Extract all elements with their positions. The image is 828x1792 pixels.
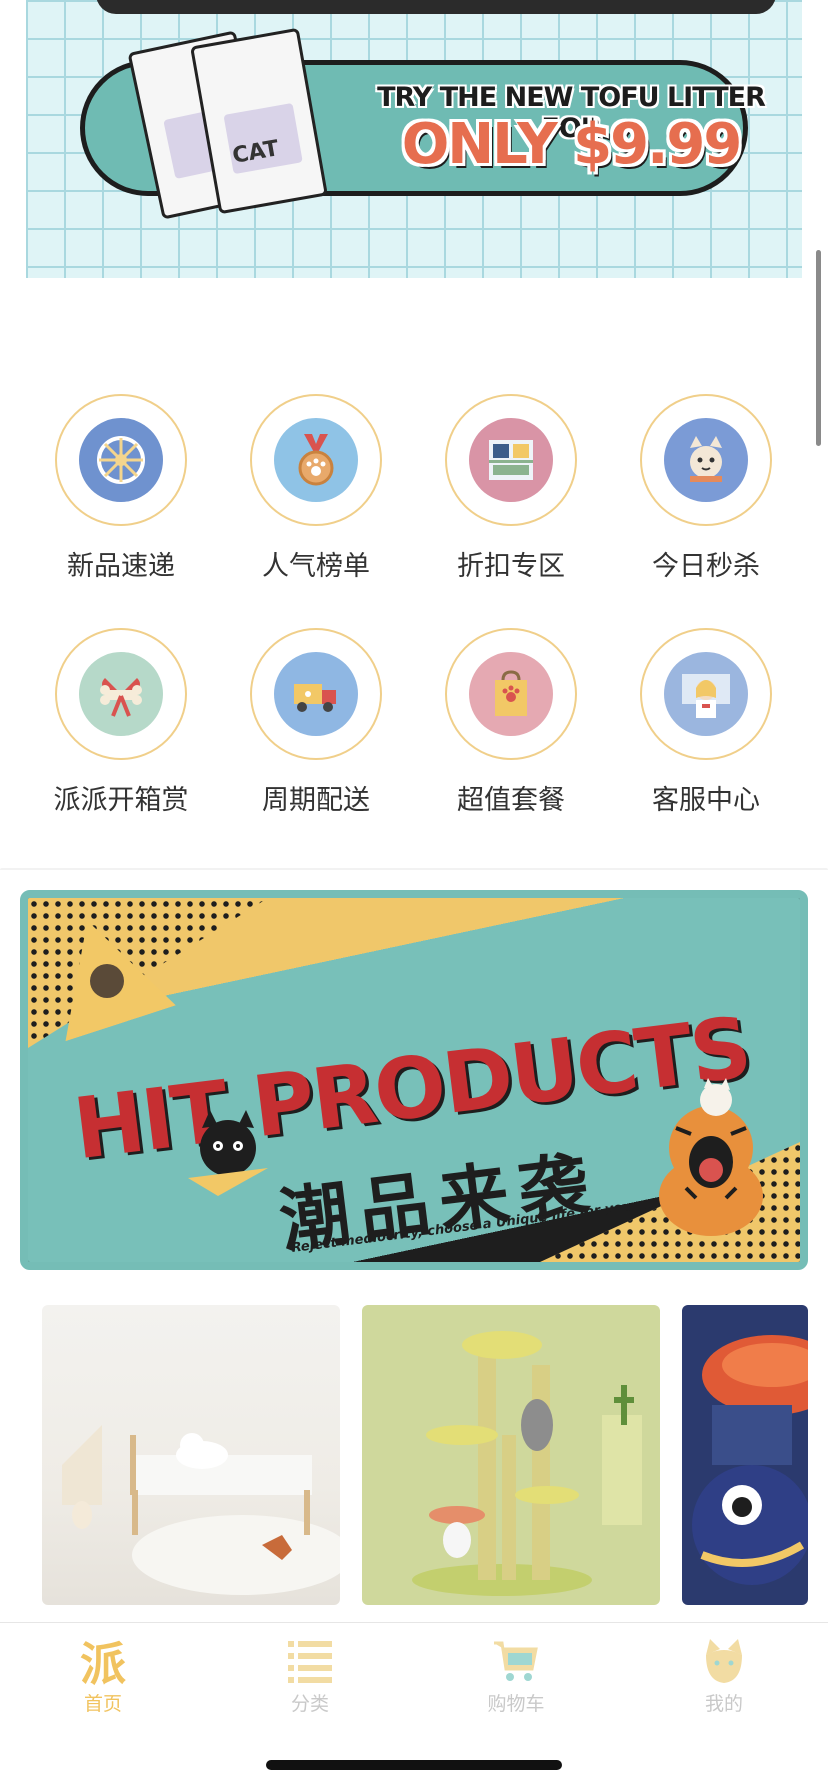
shopping-bag-icon [469, 652, 553, 736]
black-cat-illustration [188, 1110, 268, 1196]
tab-label: 我的 [704, 1693, 743, 1715]
category-new-arrivals[interactable]: 新品速递 [23, 394, 219, 583]
category-label: 周期配送 [262, 785, 370, 816]
cat-head-icon [654, 1635, 794, 1687]
category-label: 超值套餐 [457, 785, 565, 816]
hit-products-banner[interactable]: HIT PRODUCTS 潮品来袭 Reject mediocrity, cho… [20, 890, 808, 1270]
category-value-bundle[interactable]: 超值套餐 [413, 628, 609, 817]
category-ring [250, 628, 382, 760]
tab-category[interactable]: 分类 [240, 1635, 380, 1716]
ferris-wheel-icon [79, 418, 163, 502]
category-ring [55, 394, 187, 526]
category-ring [640, 628, 772, 760]
product-card-plush-toy[interactable] [682, 1305, 808, 1605]
tab-label: 首页 [83, 1693, 122, 1715]
category-ring [640, 394, 772, 526]
category-ring [250, 394, 382, 526]
home-indicator [266, 1760, 562, 1770]
tab-home[interactable]: 派 首页 [33, 1635, 173, 1716]
promo-price: ONLY $9.99 [401, 112, 743, 177]
cart-icon [446, 1635, 586, 1687]
category-discount-zone[interactable]: 折扣专区 [413, 394, 609, 583]
tab-mine[interactable]: 我的 [654, 1635, 794, 1716]
product-card-cat-bed[interactable] [42, 1305, 340, 1605]
plush-toy-image [692, 1335, 808, 1585]
list-icon [240, 1635, 380, 1687]
previous-promo-strip [96, 0, 776, 14]
service-girl-icon [664, 652, 748, 736]
category-popular-ranking[interactable]: 人气榜单 [218, 394, 414, 583]
category-label: 客服中心 [652, 785, 760, 816]
category-unboxing-reward[interactable]: 派派开箱赏 [23, 628, 219, 817]
category-ring [445, 628, 577, 760]
category-label: 派派开箱赏 [53, 785, 189, 816]
tofu-litter-promo-banner[interactable]: CAT TRY THE NEW TOFU LITTER FOR ONLY $9.… [26, 0, 802, 278]
tab-label: 分类 [290, 1693, 329, 1715]
category-ring [445, 394, 577, 526]
tab-label: 购物车 [487, 1693, 545, 1715]
section-divider [0, 868, 828, 870]
product-card-cat-tree[interactable] [362, 1305, 660, 1605]
category-label: 新品速递 [67, 551, 175, 582]
cat-bed-image [62, 1425, 340, 1595]
category-label: 人气榜单 [262, 551, 370, 582]
category-scheduled-delivery[interactable]: 周期配送 [218, 628, 414, 817]
tiger-illustration [659, 1078, 763, 1236]
category-label: 今日秒杀 [652, 551, 760, 582]
cat-face-icon [664, 418, 748, 502]
delivery-truck-icon [274, 652, 358, 736]
category-flash-sale[interactable]: 今日秒杀 [608, 394, 804, 583]
category-customer-service[interactable]: 客服中心 [608, 628, 804, 817]
scrollbar[interactable] [816, 250, 821, 446]
tab-cart[interactable]: 购物车 [446, 1635, 586, 1716]
home-pai-icon: 派 [80, 1637, 126, 1691]
cat-tree-image [412, 1331, 642, 1596]
gift-bone-icon [79, 652, 163, 736]
pet-food-shelf-icon [469, 418, 553, 502]
category-label: 折扣专区 [457, 551, 565, 582]
category-ring [55, 628, 187, 760]
medal-icon [274, 418, 358, 502]
